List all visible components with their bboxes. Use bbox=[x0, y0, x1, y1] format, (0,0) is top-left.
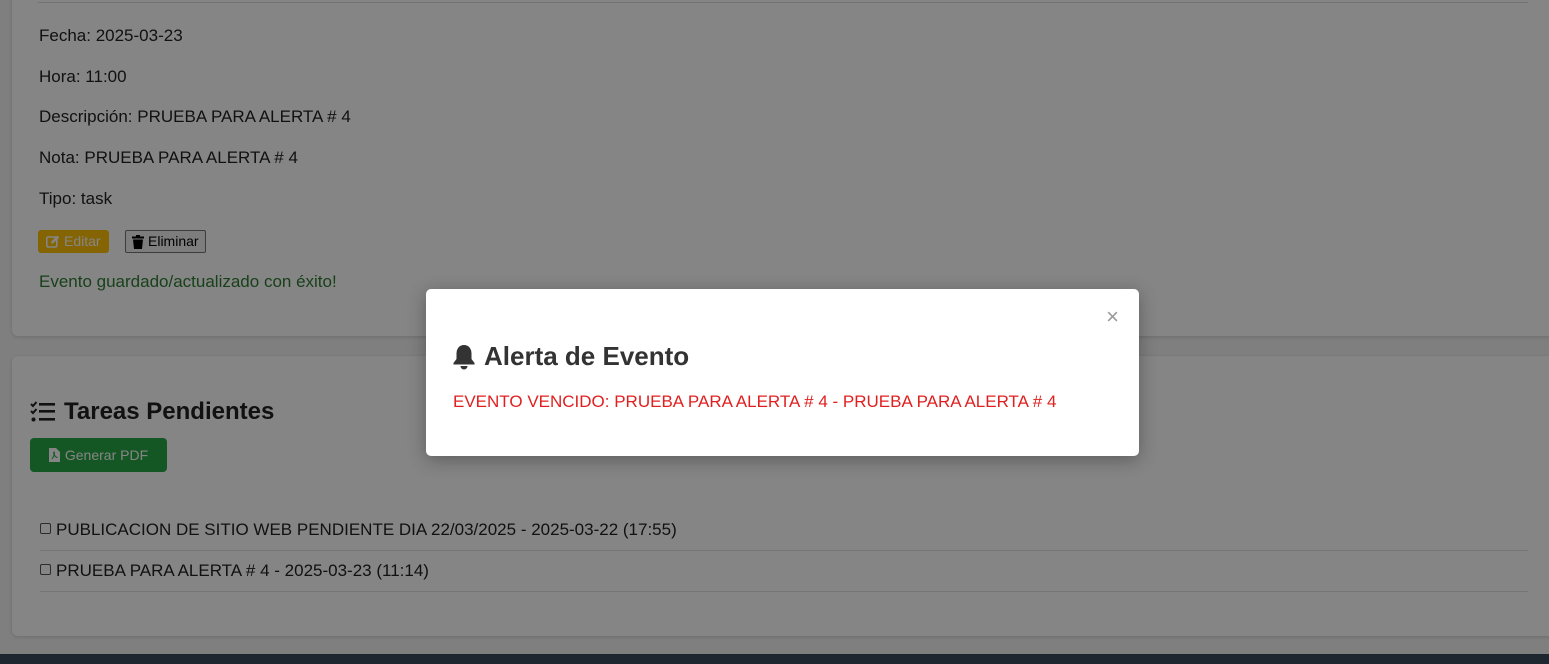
alert-modal: × Alerta de Evento EVENTO VENCIDO: PRUEB… bbox=[426, 289, 1139, 456]
bell-icon bbox=[452, 344, 476, 370]
modal-heading: Alerta de Evento bbox=[452, 341, 689, 372]
alert-message: EVENTO VENCIDO: PRUEBA PARA ALERTA # 4 -… bbox=[453, 392, 1057, 411]
modal-title: Alerta de Evento bbox=[484, 341, 690, 371]
close-icon[interactable]: × bbox=[1106, 304, 1119, 330]
